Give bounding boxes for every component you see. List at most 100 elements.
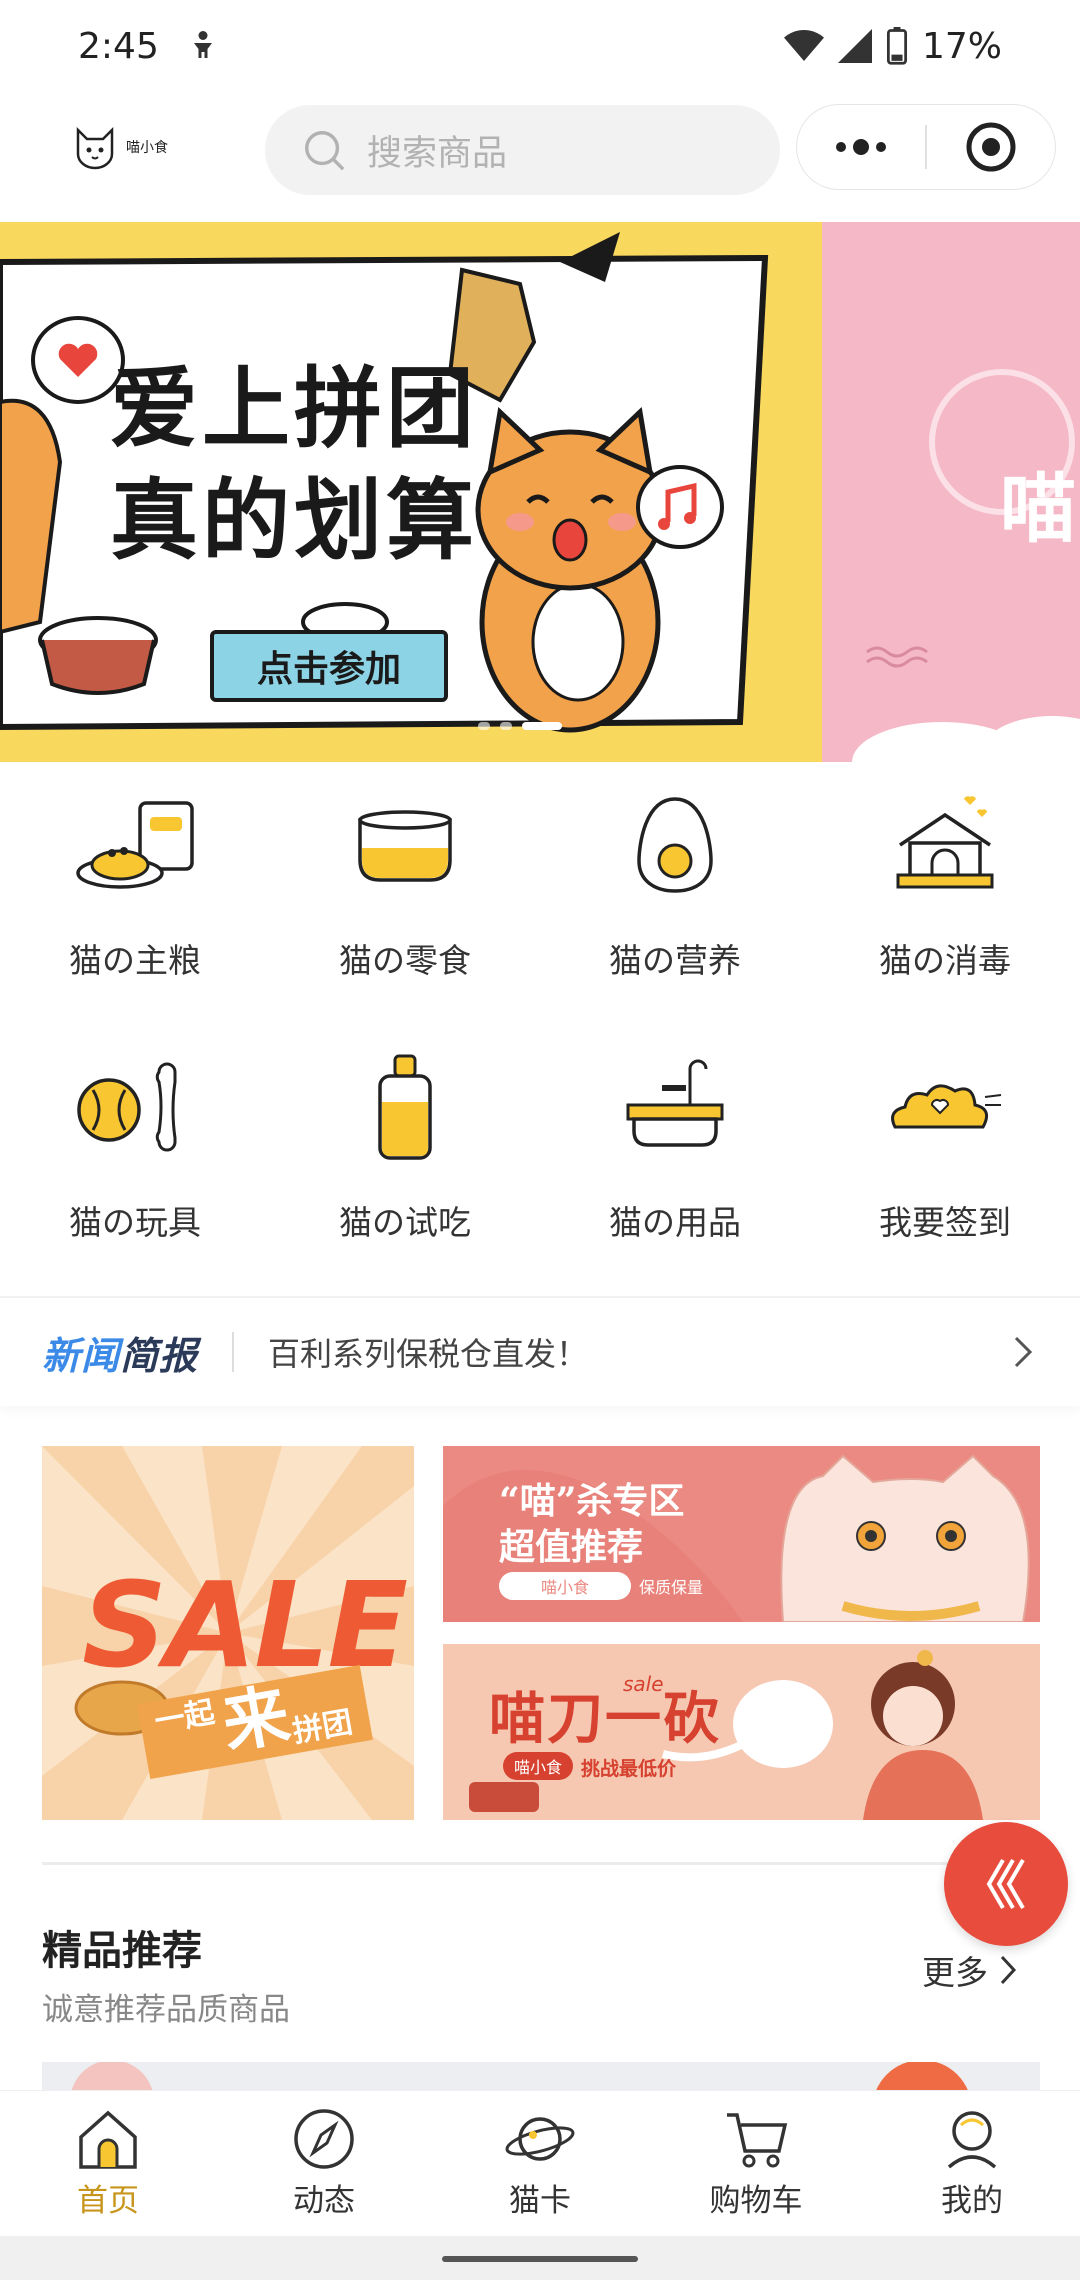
category-label: 我要签到 [879, 1203, 1011, 1242]
category-label: 猫の消毒 [879, 941, 1011, 980]
cat-food-bowl-icon [70, 790, 200, 900]
banner-slide-next[interactable]: 喵 [822, 222, 1080, 762]
promo-flash-sale-card[interactable]: “喵”杀专区 超值推荐 喵小食 保质保量 [443, 1446, 1040, 1622]
tab-bar: 首页 动态 猫卡 购物车 我的 [0, 2090, 1080, 2236]
more-dots-icon [836, 139, 887, 155]
promo-sale-card[interactable]: SALE 一起 来 拼团 [42, 1446, 414, 1820]
carousel-dots [478, 722, 562, 730]
product-card-peek[interactable] [42, 2062, 1040, 2092]
snack-bowl-icon [340, 790, 470, 900]
tab-label: 我的 [941, 2183, 1003, 2219]
logo[interactable]: 喵小食 [72, 124, 192, 172]
accessibility-icon [193, 31, 212, 58]
cart-icon [727, 2113, 788, 2168]
profile-icon [947, 2111, 997, 2169]
banner-title: 爱上拼团 真的划算 [110, 352, 478, 576]
carousel-dot[interactable] [478, 722, 490, 730]
tab-feed[interactable]: 动态 [216, 2091, 432, 2236]
category-nutrition[interactable]: 猫の营养 [540, 790, 810, 982]
zone-brand-pill: 喵小食 [499, 1572, 631, 1600]
floating-menu-button[interactable] [944, 1822, 1068, 1946]
target-close-icon [966, 122, 1016, 172]
promo-bargain-card[interactable]: 喵刀一砍 sale 喵小食 挑战最低价 [443, 1644, 1040, 1820]
bathtub-icon [610, 1052, 740, 1162]
category-check-in[interactable]: 我要签到 [810, 1052, 1080, 1244]
battery-percent: 17% [921, 25, 1002, 67]
news-logo: 新闻简报 [42, 1325, 198, 1380]
zone-title-line-1: “喵”杀专区 [499, 1480, 685, 1522]
status-right: 17% [783, 25, 1002, 67]
header: 喵小食 搜索商品 [0, 100, 1080, 196]
category-staple-food[interactable]: 猫の主粮 [0, 790, 270, 982]
category-supplies[interactable]: 猫の用品 [540, 1052, 810, 1244]
home-indicator[interactable] [442, 2256, 638, 2262]
triple-chevron-left-icon [986, 1858, 1025, 1910]
banner-slide-group-buy[interactable]: 爱上拼团 真的划算 点击参加 [0, 222, 822, 762]
more-label: 更多 [922, 1953, 988, 1992]
section-subtitle: 诚意推荐品质商品 [42, 1992, 290, 2028]
home-icon [79, 2110, 137, 2169]
screen: 2:45 17% 喵小食 搜索商品 爱上拼团 真的划算 点击参加 喵 猫の主粮 … [0, 0, 1080, 2280]
section-divider [42, 1862, 1040, 1865]
category-toys[interactable]: 猫の玩具 [0, 1052, 270, 1244]
category-label: 猫の玩具 [69, 1203, 201, 1242]
bargain-tagline: 挑战最低价 [581, 1758, 677, 1780]
bottle-icon [340, 1052, 470, 1162]
battery-icon [886, 27, 908, 65]
news-bar[interactable]: 新闻简报 百利系列保税仓直发！ [0, 1298, 1080, 1406]
tab-profile[interactable]: 我的 [864, 2091, 1080, 2236]
banner-title-line-1: 爱上拼团 [110, 356, 479, 460]
status-bar: 2:45 17% [0, 0, 1080, 92]
bargain-sale-tag: sale [623, 1672, 664, 1696]
news-logo-part2: 简报 [120, 1333, 199, 1378]
wifi-icon [783, 30, 824, 61]
planet-icon [505, 2117, 575, 2161]
tab-label: 首页 [77, 2183, 139, 2219]
category-label: 猫の零食 [339, 941, 471, 980]
signal-icon [837, 29, 872, 63]
egg-icon [610, 790, 740, 900]
slide-2-title: 喵 [1000, 464, 1076, 553]
cat-logo-icon [76, 126, 114, 170]
zone-tag: 保质保量 [639, 1578, 704, 1597]
category-label: 猫の营养 [609, 941, 741, 980]
tab-label: 猫卡 [509, 2183, 571, 2219]
news-separator [232, 1332, 235, 1372]
more-link[interactable]: 更多 [922, 1946, 1018, 1994]
tab-home[interactable]: 首页 [0, 2091, 216, 2236]
carousel-dot-active[interactable] [522, 722, 562, 730]
news-headline: 百利系列保税仓直发！ [268, 1335, 589, 1373]
category-label: 猫の主粮 [69, 941, 201, 980]
bargain-brand-pill: 喵小食 [503, 1752, 573, 1780]
more-button[interactable] [797, 104, 925, 190]
logo-text: 喵小食 [126, 140, 168, 156]
chevron-right-icon [1000, 1955, 1017, 1985]
cloud-heart-icon [880, 1052, 1010, 1162]
news-logo-part1: 新闻 [42, 1333, 121, 1378]
zone-title-line-2: 超值推荐 [499, 1526, 644, 1568]
mini-program-capsule [796, 104, 1056, 190]
zone-title: “喵”杀专区 超值推荐 [499, 1478, 684, 1570]
category-label: 猫の试吃 [339, 1203, 471, 1242]
section-title: 精品推荐 [42, 1928, 202, 1974]
product-image-peek [71, 2062, 969, 2092]
cat-house-icon [880, 790, 1010, 900]
chevron-right-icon [1014, 1336, 1033, 1368]
search-icon [305, 131, 345, 171]
category-snacks[interactable]: 猫の零食 [270, 790, 540, 982]
status-time: 2:45 [78, 25, 159, 67]
compass-icon [294, 2109, 354, 2169]
search-placeholder: 搜索商品 [367, 133, 508, 174]
category-disinfect[interactable]: 猫の消毒 [810, 790, 1080, 982]
join-button[interactable]: 点击参加 [210, 630, 448, 702]
close-mini-program-button[interactable] [927, 104, 1055, 190]
ball-bone-icon [70, 1052, 200, 1162]
category-trial[interactable]: 猫の试吃 [270, 1052, 540, 1244]
banner-carousel[interactable]: 爱上拼团 真的划算 点击参加 喵 [0, 222, 1080, 762]
tab-cart[interactable]: 购物车 [648, 2091, 864, 2236]
tab-cat-card[interactable]: 猫卡 [432, 2091, 648, 2236]
search-input[interactable]: 搜索商品 [265, 105, 780, 195]
tab-label: 购物车 [709, 2183, 803, 2219]
tab-label: 动态 [293, 2183, 355, 2219]
carousel-dot[interactable] [500, 722, 512, 730]
